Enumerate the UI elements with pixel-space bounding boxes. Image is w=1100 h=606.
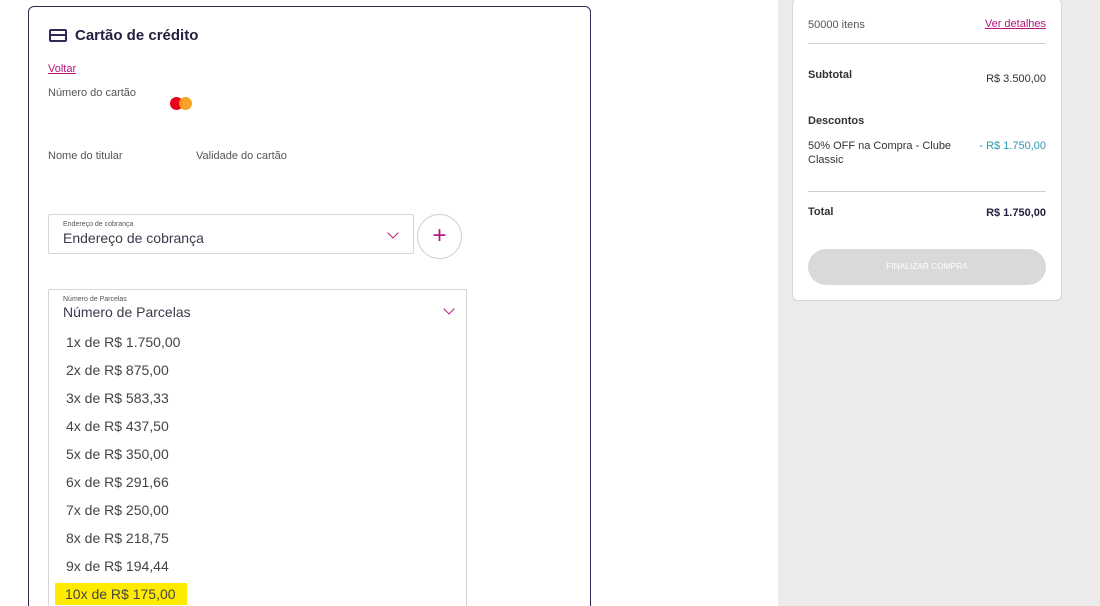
- installments-dropdown: 1x de R$ 1.750,00 2x de R$ 875,00 3x de …: [48, 320, 467, 606]
- billing-address-select[interactable]: Endereço de cobrança Endereço de cobranç…: [48, 214, 414, 254]
- billing-address-value: Endereço de cobrança: [63, 230, 204, 246]
- billing-address-mini-label: Endereço de cobrança: [63, 221, 134, 228]
- subtotal-label: Subtotal: [808, 69, 852, 81]
- total-label: Total: [808, 206, 834, 218]
- discounts-label: Descontos: [808, 115, 865, 127]
- installment-option[interactable]: 9x de R$ 194,44: [64, 555, 171, 577]
- credit-card-panel: Cartão de crédito Voltar Número do cartã…: [28, 6, 591, 606]
- card-holder-label: Nome do titular: [48, 150, 123, 162]
- installments-mini-label: Número de Parcelas: [63, 296, 127, 303]
- discount-description-line2: Classic: [808, 154, 844, 166]
- installment-option[interactable]: 7x de R$ 250,00: [64, 499, 171, 521]
- installment-option[interactable]: 1x de R$ 1.750,00: [64, 331, 182, 353]
- panel-title: Cartão de crédito: [49, 27, 198, 44]
- discount-description-line1: 50% OFF na Compra - Clube: [808, 140, 952, 152]
- chevron-down-icon: [443, 303, 455, 315]
- divider: [808, 43, 1046, 44]
- installment-option[interactable]: 6x de R$ 291,66: [64, 471, 171, 493]
- installment-option[interactable]: 3x de R$ 583,33: [64, 387, 171, 409]
- items-count: 50000 itens: [808, 19, 865, 31]
- divider: [808, 191, 1046, 192]
- installments-select[interactable]: Número de Parcelas Número de Parcelas: [48, 289, 467, 323]
- order-summary: 50000 itens Ver detalhes Subtotal R$ 3.5…: [792, 0, 1062, 301]
- installment-option[interactable]: 8x de R$ 218,75: [64, 527, 171, 549]
- back-link[interactable]: Voltar: [48, 63, 76, 75]
- finalize-purchase-button[interactable]: FINALIZAR COMPRA: [808, 249, 1046, 285]
- installment-option-highlighted[interactable]: 10x de R$ 175,00: [55, 583, 187, 605]
- card-expiry-label: Validade do cartão: [196, 150, 287, 162]
- chevron-down-icon: [387, 227, 399, 239]
- discount-value: - R$ 1.750,00: [979, 140, 1046, 152]
- credit-card-icon: [49, 29, 67, 42]
- mastercard-icon: [170, 97, 194, 110]
- details-link[interactable]: Ver detalhes: [985, 18, 1046, 30]
- add-address-button[interactable]: +: [417, 214, 462, 259]
- total-value: R$ 1.750,00: [986, 207, 1046, 219]
- card-number-label: Número do cartão: [48, 87, 137, 99]
- installments-value: Número de Parcelas: [63, 304, 191, 320]
- panel-title-text: Cartão de crédito: [75, 27, 199, 44]
- installment-option[interactable]: 2x de R$ 875,00: [64, 359, 171, 381]
- subtotal-value: R$ 3.500,00: [986, 73, 1046, 85]
- installment-option[interactable]: 5x de R$ 350,00: [64, 443, 171, 465]
- installment-option[interactable]: 4x de R$ 437,50: [64, 415, 171, 437]
